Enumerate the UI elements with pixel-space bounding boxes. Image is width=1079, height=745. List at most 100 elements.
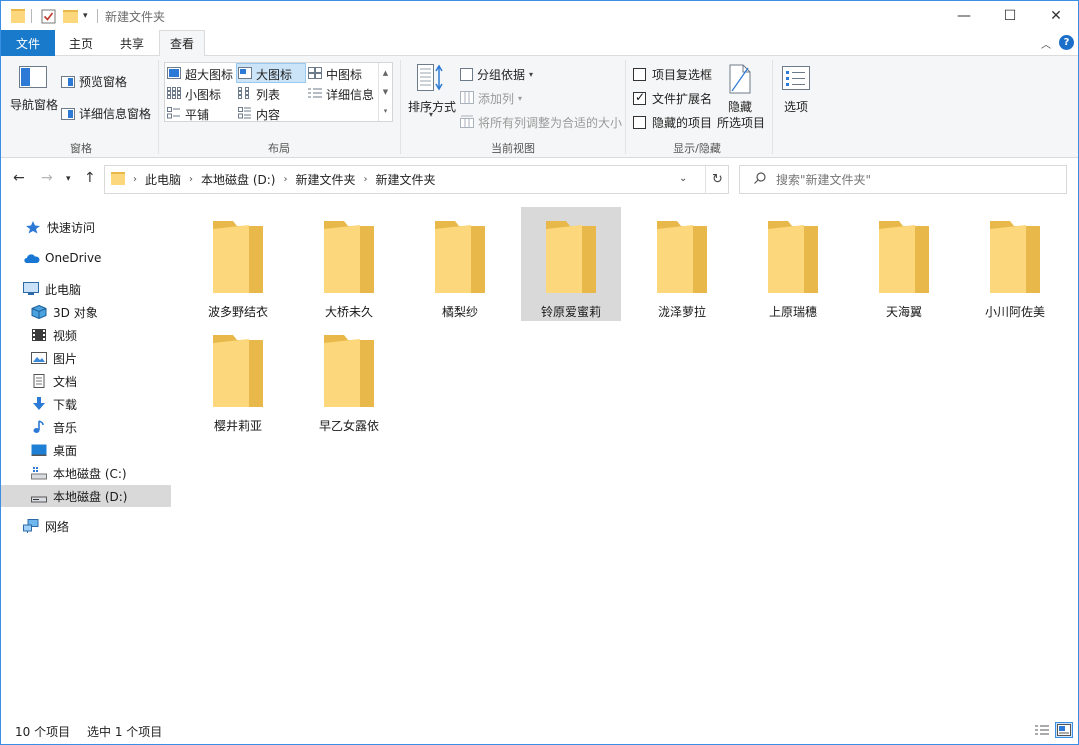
file-extensions-toggle[interactable]: 文件扩展名 — [633, 90, 712, 107]
folder-tile[interactable]: 橘梨纱 — [410, 207, 510, 321]
nav-quick-access[interactable]: 快速访问 — [1, 216, 171, 238]
large-icons-view-button[interactable] — [1055, 722, 1073, 738]
folder-icon — [546, 221, 596, 293]
layout-large-icons[interactable]: 大图标 — [238, 66, 292, 83]
preview-pane-button[interactable]: 预览窗格 — [61, 73, 127, 90]
new-folder-icon[interactable] — [63, 7, 78, 25]
folder-tile[interactable]: 樱井莉亚 — [188, 321, 288, 435]
tab-share[interactable]: 共享 — [107, 30, 157, 56]
folder-name: 小川阿佐美 — [984, 305, 1045, 319]
layout-content[interactable]: 内容 — [238, 106, 280, 123]
nav-network[interactable]: 网络 — [1, 515, 171, 537]
folder-tile[interactable]: 天海翼 — [854, 207, 954, 321]
navigation-pane-icon[interactable] — [19, 66, 47, 91]
star-icon — [25, 220, 41, 234]
nav-this-pc[interactable]: 此电脑 — [1, 278, 171, 300]
refresh-icon[interactable]: ↻ — [705, 166, 729, 193]
folder-tile-selected[interactable]: 铃原爱蜜莉 — [521, 207, 621, 321]
hide-selected-items-icon[interactable] — [728, 64, 752, 97]
computer-icon — [23, 282, 39, 296]
nav-drive-c[interactable]: 本地磁盘 (C:) — [1, 462, 171, 484]
search-input[interactable] — [776, 172, 1046, 187]
folder-tile[interactable]: 波多野结衣 — [188, 207, 288, 321]
details-pane-button[interactable]: 详细信息窗格 — [61, 105, 151, 122]
group-by-button[interactable]: 分组依据 ▾ — [460, 66, 533, 83]
breadcrumb-separator-icon[interactable]: › — [189, 174, 193, 185]
minimize-button[interactable]: — — [941, 1, 987, 31]
sort-by-icon[interactable] — [417, 64, 445, 97]
breadcrumb-this-pc[interactable]: 此电脑 — [145, 171, 181, 188]
customize-qa-chevron-icon[interactable]: ▾ — [83, 7, 88, 25]
address-history-chevron-icon[interactable]: ⌄ — [679, 173, 687, 184]
gallery-up-arrow-icon[interactable]: ▲ — [383, 69, 388, 77]
navigation-pane: 快速访问 OneDrive 此电脑 3D 对象 视频 图片 文档 下载 音乐 桌… — [1, 200, 173, 715]
folder-icon — [11, 7, 25, 25]
folder-tile[interactable]: 小川阿佐美 — [965, 207, 1065, 321]
breadcrumb-separator-icon[interactable]: › — [133, 174, 137, 185]
sort-by-chevron-icon[interactable]: ▾ — [429, 110, 433, 119]
nav-3d-objects[interactable]: 3D 对象 — [1, 301, 171, 323]
hidden-items-checkbox[interactable] — [633, 116, 646, 129]
nav-pictures[interactable]: 图片 — [1, 347, 171, 369]
gallery-more-chevron-icon[interactable]: ▾ — [384, 107, 388, 115]
options-icon[interactable] — [782, 66, 810, 93]
address-bar[interactable]: › 此电脑 › 本地磁盘 (D:) › 新建文件夹 › 新建文件夹 ⌄ ↻ — [104, 165, 729, 194]
details-view-button[interactable] — [1033, 722, 1051, 738]
options-button[interactable]: 选项 — [784, 98, 808, 115]
breadcrumb-folder[interactable]: 新建文件夹 — [295, 171, 355, 188]
back-arrow-icon[interactable]: ← — [13, 170, 25, 186]
file-list-large-icons: 波多野结衣 大桥未久 橘梨纱 铃原爱蜜莉 泷泽萝拉 上原瑞穗 天海翼 小川阿佐美… — [173, 200, 1078, 715]
nav-drive-d[interactable]: 本地磁盘 (D:) — [1, 485, 171, 507]
breadcrumb-current-folder[interactable]: 新建文件夹 — [376, 171, 436, 188]
layout-small-icons[interactable]: 小图标 — [167, 86, 221, 103]
layout-tiles[interactable]: 平铺 — [167, 106, 209, 123]
layout-list[interactable]: 列表 — [238, 86, 280, 103]
collapse-ribbon-chevron-icon[interactable]: ︿ — [1041, 36, 1051, 51]
close-button[interactable]: ✕ — [1033, 1, 1078, 31]
hidden-items-toggle[interactable]: 隐藏的项目 — [633, 114, 712, 131]
folder-tile[interactable]: 大桥未久 — [299, 207, 399, 321]
search-box[interactable] — [739, 165, 1067, 194]
video-icon — [31, 328, 47, 342]
up-arrow-icon[interactable]: ↑ — [84, 170, 96, 186]
cloud-icon — [23, 251, 40, 265]
folder-tile[interactable]: 泷泽萝拉 — [632, 207, 732, 321]
properties-icon[interactable] — [41, 7, 56, 25]
item-checkboxes-checkbox[interactable] — [633, 68, 646, 81]
nav-downloads[interactable]: 下载 — [1, 393, 171, 415]
layout-details[interactable]: 详细信息 — [308, 86, 374, 103]
layout-medium-icons[interactable]: 中图标 — [308, 66, 362, 83]
forward-arrow-icon[interactable]: → — [41, 170, 53, 186]
layout-option-label: 小图标 — [185, 88, 222, 102]
file-extensions-checkbox[interactable] — [633, 90, 646, 105]
layout-gallery-scroll[interactable]: ▲ ▼ ▾ — [378, 63, 392, 121]
hide-selected-items-button-line2[interactable]: 所选项目 — [717, 114, 765, 131]
layout-extra-large-icons[interactable]: 超大图标 — [167, 66, 233, 83]
breadcrumb-separator-icon[interactable]: › — [283, 174, 287, 185]
help-icon[interactable]: ? — [1059, 35, 1074, 50]
hide-selected-items-button[interactable]: 隐藏 — [728, 98, 752, 115]
nav-onedrive[interactable]: OneDrive — [1, 247, 171, 269]
item-checkboxes-toggle[interactable]: 项目复选框 — [633, 66, 712, 83]
add-column-chevron-icon: ▾ — [518, 94, 523, 103]
nav-documents[interactable]: 文档 — [1, 370, 171, 392]
folder-tile[interactable]: 早乙女露依 — [299, 321, 399, 435]
tab-file[interactable]: 文件 — [1, 30, 55, 56]
ribbon-view-pane: 导航窗格 预览窗格 详细信息窗格 窗格 超大图标 大图标 中图标 小图标 列表 … — [1, 56, 1078, 158]
gallery-down-arrow-icon[interactable]: ▼ — [383, 88, 388, 96]
add-column-button[interactable]: 添加列 ▾ — [460, 90, 522, 107]
tab-view[interactable]: 查看 — [159, 30, 205, 57]
tab-home[interactable]: 主页 — [55, 30, 107, 56]
folder-tile[interactable]: 上原瑞穗 — [743, 207, 843, 321]
size-all-columns-button[interactable]: 将所有列调整为合适的大小 — [460, 114, 622, 131]
selection-count: 选中 1 个项目 — [87, 725, 163, 739]
breadcrumb-separator-icon[interactable]: › — [364, 174, 368, 185]
maximize-button[interactable]: ☐ — [987, 1, 1033, 31]
recent-locations-chevron-icon[interactable]: ▾ — [66, 174, 71, 184]
nav-desktop[interactable]: 桌面 — [1, 439, 171, 461]
navigation-pane-button[interactable]: 导航窗格 — [10, 96, 58, 113]
nav-music[interactable]: 音乐 — [1, 416, 171, 438]
picture-icon — [31, 351, 47, 365]
breadcrumb-drive-d[interactable]: 本地磁盘 (D:) — [201, 171, 275, 188]
nav-videos[interactable]: 视频 — [1, 324, 171, 346]
